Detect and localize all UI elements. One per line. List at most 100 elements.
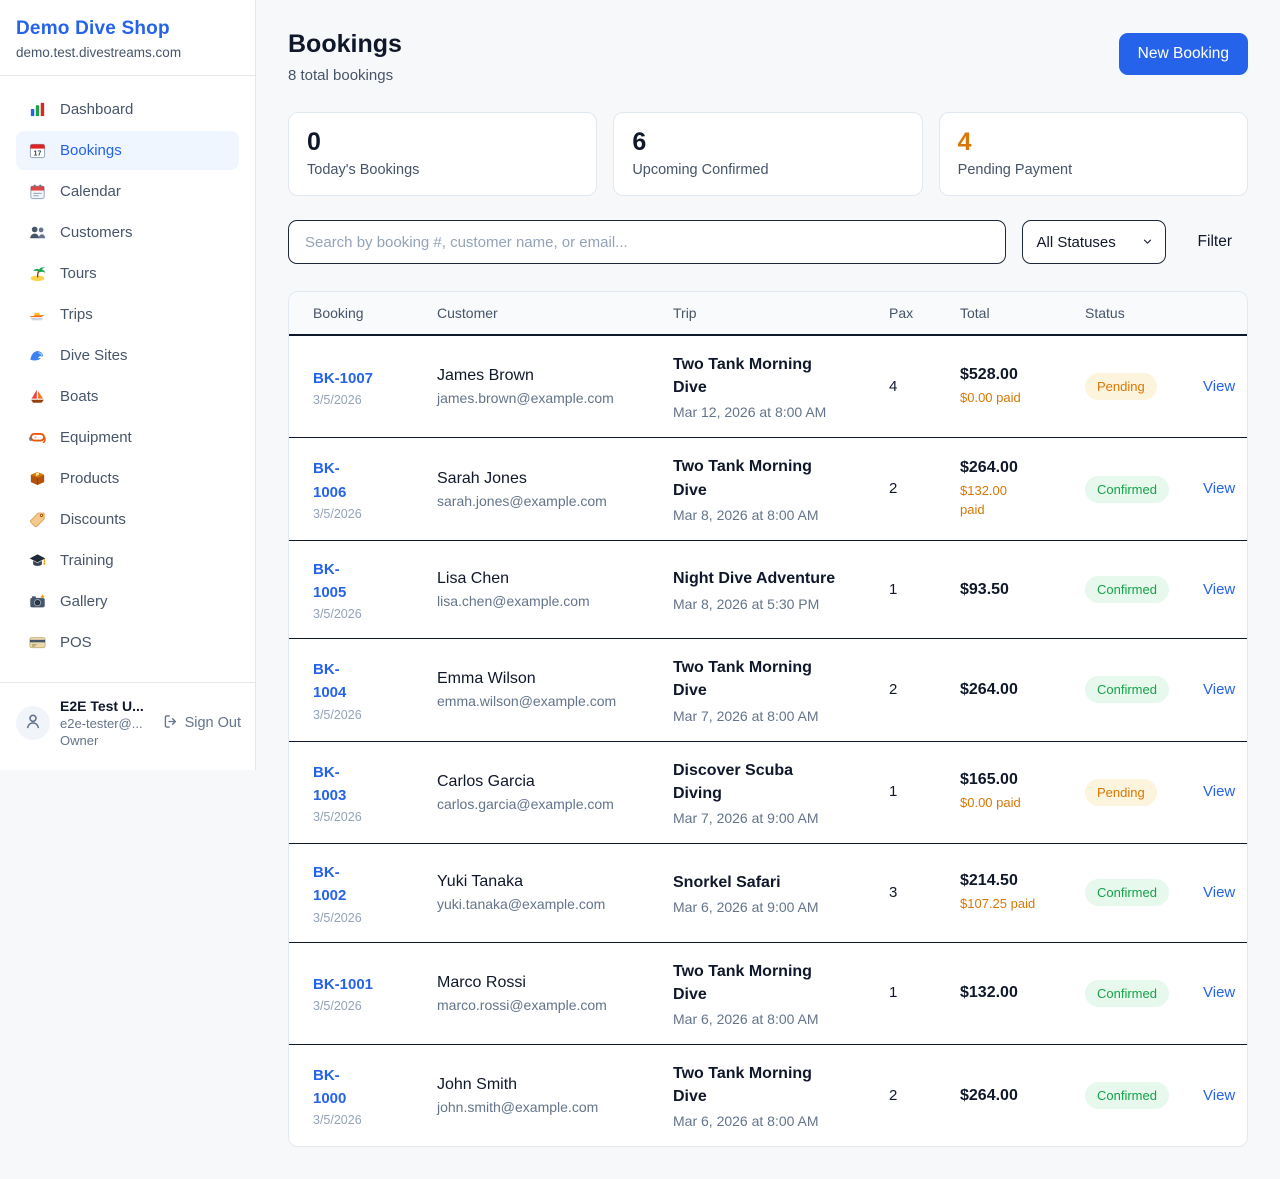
trip-name: Discover Scuba Diving <box>673 759 865 805</box>
column-header-pax: Pax <box>877 292 948 335</box>
pax-count: 2 <box>889 1087 897 1104</box>
customer-name: Carlos Garcia <box>437 773 649 791</box>
paid-amount: $107.25 paid <box>960 895 1061 914</box>
user-email: e2e-tester@... <box>60 716 152 731</box>
trip-name: Snorkel Safari <box>673 871 865 894</box>
svg-text:17: 17 <box>34 150 42 158</box>
column-header-customer: Customer <box>425 292 661 335</box>
table-body: BK-1007 3/5/2026 James Brownjames.brown@ex… <box>289 335 1248 1146</box>
view-link[interactable]: View <box>1203 480 1235 497</box>
view-link[interactable]: View <box>1203 378 1235 395</box>
paid-amount: $0.00 paid <box>960 389 1061 408</box>
action-cell: View <box>1191 335 1248 438</box>
view-link[interactable]: View <box>1203 884 1235 901</box>
status-filter-select[interactable]: All Statuses <box>1022 220 1166 264</box>
trip-cell: Discover Scuba DivingMar 7, 2026 at 9:00… <box>661 741 877 843</box>
pax-count: 4 <box>889 378 897 395</box>
sign-out-button[interactable]: Sign Out <box>162 713 241 734</box>
status-cell: Confirmed <box>1073 942 1191 1044</box>
sidebar-item-label: Trips <box>60 306 93 323</box>
table-header-row: BookingCustomerTripPaxTotalStatus <box>289 292 1248 335</box>
view-link[interactable]: View <box>1203 984 1235 1001</box>
search-input[interactable] <box>288 220 1006 264</box>
stat-label: Upcoming Confirmed <box>632 162 903 178</box>
status-cell: Confirmed <box>1073 438 1191 540</box>
view-link[interactable]: View <box>1203 1087 1235 1104</box>
trip-name: Two Tank Morning Dive <box>673 455 865 501</box>
booking-id-link[interactable]: BK- 1000 <box>313 1064 346 1111</box>
customer-email: yuki.tanaka@example.com <box>437 896 649 912</box>
trip-date: Mar 6, 2026 at 8:00 AM <box>673 1113 865 1129</box>
sidebar-item-pos[interactable]: POS <box>16 623 239 662</box>
stat-card-pending-payment: 4 Pending Payment <box>939 112 1248 196</box>
customer-cell: Carlos Garciacarlos.garcia@example.com <box>425 741 661 843</box>
sidebar-item-label: Tours <box>60 265 97 282</box>
people-icon <box>28 223 47 242</box>
table-row: BK- 1002 3/5/2026 Yuki Tanaka yuki.tanaka@e… <box>289 844 1248 943</box>
customer-name: Yuki Tanaka <box>437 873 649 891</box>
package-icon <box>28 469 47 488</box>
sidebar-item-calendar[interactable]: Calendar <box>16 172 239 211</box>
view-link[interactable]: View <box>1203 681 1235 698</box>
status-cell: Pending <box>1073 335 1191 438</box>
total-cell: $165.00$0.00 paid <box>948 741 1073 843</box>
total-cell: $93.50 <box>948 540 1073 639</box>
booking-id-link[interactable]: BK-1001 <box>313 973 373 996</box>
brand-domain: demo.test.divestreams.com <box>16 45 239 60</box>
sidebar-item-label: Boats <box>60 388 98 405</box>
sidebar-item-training[interactable]: Training <box>16 541 239 580</box>
booking-date: 3/5/2026 <box>313 911 413 925</box>
new-booking-button[interactable]: New Booking <box>1119 33 1248 75</box>
action-cell: View <box>1191 438 1248 540</box>
total-cell: $528.00$0.00 paid <box>948 335 1073 438</box>
sidebar-item-label: Training <box>60 552 114 569</box>
total-cell: $264.00$132.00 paid <box>948 438 1073 540</box>
sidebar-item-label: Gallery <box>60 593 108 610</box>
sidebar-item-trips[interactable]: Trips <box>16 295 239 334</box>
page-header-text: Bookings 8 total bookings <box>288 30 402 84</box>
sidebar-item-dashboard[interactable]: Dashboard <box>16 90 239 129</box>
booking-date: 3/5/2026 <box>313 999 413 1013</box>
trip-date: Mar 6, 2026 at 9:00 AM <box>673 899 865 915</box>
booking-date: 3/5/2026 <box>313 507 413 521</box>
user-meta: E2E Test U... e2e-tester@... Owner <box>60 698 152 748</box>
customer-cell: James Brownjames.brown@example.com <box>425 335 661 438</box>
booking-id-link[interactable]: BK- 1005 <box>313 558 346 605</box>
customer-name: Lisa Chen <box>437 570 649 588</box>
sidebar-item-discounts[interactable]: Discounts <box>16 500 239 539</box>
status-cell: Confirmed <box>1073 540 1191 639</box>
column-header-status: Status <box>1073 292 1191 335</box>
view-link[interactable]: View <box>1203 783 1235 800</box>
table-row: BK- 10003/5/2026John Smithjohn.smith@exa… <box>289 1044 1248 1146</box>
page-subtitle: 8 total bookings <box>288 67 402 84</box>
booking-id-link[interactable]: BK- 1006 <box>313 457 346 504</box>
booking-date: 3/5/2026 <box>313 708 413 722</box>
sidebar-item-tours[interactable]: Tours <box>16 254 239 293</box>
sidebar-item-bookings[interactable]: 17Bookings <box>16 131 239 170</box>
status-badge: Pending <box>1085 779 1157 806</box>
booking-id-link[interactable]: BK- 1002 <box>313 861 346 908</box>
booking-date: 3/5/2026 <box>313 393 413 407</box>
column-header-action <box>1191 292 1248 335</box>
sidebar-item-gallery[interactable]: Gallery <box>16 582 239 621</box>
customer-cell: Yuki Tanaka yuki.tanaka@example.com <box>425 844 661 943</box>
booking-id-link[interactable]: BK- 1003 <box>313 761 346 808</box>
booking-id-link[interactable]: BK- 1004 <box>313 658 346 705</box>
sidebar-item-dive-sites[interactable]: Dive Sites <box>16 336 239 375</box>
trip-date: Mar 6, 2026 at 8:00 AM <box>673 1011 865 1027</box>
sidebar-item-products[interactable]: Products <box>16 459 239 498</box>
customer-name: Emma Wilson <box>437 670 649 688</box>
trip-name: Two Tank Morning Dive <box>673 353 865 399</box>
filter-button[interactable]: Filter <box>1182 233 1248 251</box>
view-link[interactable]: View <box>1203 581 1235 598</box>
sidebar-item-equipment[interactable]: Equipment <box>16 418 239 457</box>
sidebar-item-customers[interactable]: Customers <box>16 213 239 252</box>
stat-cards: 0 Today's Bookings 6 Upcoming Confirmed … <box>288 112 1248 196</box>
sidebar-item-boats[interactable]: Boats <box>16 377 239 416</box>
table-row: BK- 10053/5/2026Lisa Chenlisa.chen@examp… <box>289 540 1248 639</box>
booking-id-link[interactable]: BK-1007 <box>313 367 373 390</box>
avatar <box>16 706 50 740</box>
app: Demo Dive Shop demo.test.divestreams.com… <box>0 0 1280 1179</box>
sailboat-icon <box>28 387 47 406</box>
pax-cell: 3 <box>877 844 948 943</box>
